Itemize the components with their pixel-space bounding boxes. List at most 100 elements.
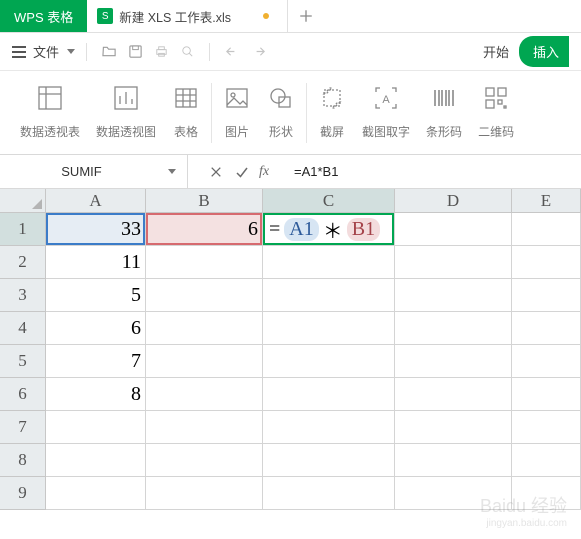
cell[interactable] [146, 345, 263, 378]
cell[interactable] [512, 246, 581, 279]
select-all-corner[interactable] [0, 189, 46, 213]
row-header[interactable]: 2 [0, 246, 46, 279]
confirm-formula-button[interactable] [232, 162, 252, 182]
document-tab[interactable]: S 新建 XLS 工作表.xls [87, 0, 288, 32]
ocr-button[interactable]: A 截图取字 [354, 79, 418, 140]
cell[interactable]: 7 [46, 345, 146, 378]
formula-token-a1: A1 [284, 218, 318, 241]
qrcode-button[interactable]: 二维码 [470, 79, 522, 140]
row-header[interactable]: 1 [0, 213, 46, 246]
spreadsheet-grid[interactable]: A B C D E 1 33 6 = A1 ＊ B1 2 11 [0, 189, 581, 510]
cell[interactable] [146, 279, 263, 312]
table-button[interactable]: 表格 [164, 79, 208, 140]
pivot-chart-button[interactable]: 数据透视图 [88, 79, 164, 140]
row-header[interactable]: 5 [0, 345, 46, 378]
svg-text:A: A [382, 94, 390, 106]
cell[interactable] [512, 477, 581, 510]
cell[interactable]: 5 [46, 279, 146, 312]
cell[interactable]: 8 [46, 378, 146, 411]
barcode-button[interactable]: 条形码 [418, 79, 470, 140]
row-header[interactable]: 8 [0, 444, 46, 477]
cell[interactable] [146, 477, 263, 510]
cell[interactable] [46, 444, 146, 477]
row-header[interactable]: 3 [0, 279, 46, 312]
cell[interactable] [395, 312, 512, 345]
cell[interactable] [395, 411, 512, 444]
cell[interactable] [263, 279, 395, 312]
document-title: 新建 XLS 工作表.xls [119, 7, 231, 26]
screenshot-button[interactable]: 截屏 [310, 79, 354, 140]
redo-button[interactable] [247, 41, 269, 63]
print-button[interactable] [150, 41, 172, 63]
cell[interactable] [512, 378, 581, 411]
cell[interactable] [512, 279, 581, 312]
row-header[interactable]: 4 [0, 312, 46, 345]
cell[interactable]: 11 [46, 246, 146, 279]
ribbon-label: 截屏 [320, 123, 344, 140]
cell[interactable] [146, 378, 263, 411]
cell[interactable] [263, 345, 395, 378]
cell[interactable] [395, 345, 512, 378]
table-row: 3 5 [0, 279, 581, 312]
cell-c1-editing[interactable]: = A1 ＊ B1 [263, 213, 395, 246]
cell[interactable] [263, 246, 395, 279]
cell[interactable] [395, 246, 512, 279]
print-preview-button[interactable] [176, 41, 198, 63]
pivot-chart-icon [112, 79, 140, 117]
cell-a1[interactable]: 33 [46, 213, 146, 246]
cell[interactable] [263, 378, 395, 411]
grid-body: 1 33 6 = A1 ＊ B1 2 11 3 5 [0, 213, 581, 510]
table-row: 7 [0, 411, 581, 444]
shapes-button[interactable]: 形状 [259, 79, 303, 140]
new-tab-button[interactable] [288, 0, 324, 32]
col-header-d[interactable]: D [395, 189, 512, 213]
cell[interactable] [395, 279, 512, 312]
save-button[interactable] [124, 41, 146, 63]
col-header-b[interactable]: B [146, 189, 263, 213]
cell-b1[interactable]: 6 [146, 213, 263, 246]
cell[interactable] [146, 411, 263, 444]
file-menu[interactable]: 文件 [33, 42, 59, 61]
menu-icon[interactable] [12, 46, 26, 58]
col-header-a[interactable]: A [46, 189, 146, 213]
cell[interactable] [146, 312, 263, 345]
picture-button[interactable]: 图片 [215, 79, 259, 140]
cell[interactable]: 6 [46, 312, 146, 345]
tab-start[interactable]: 开始 [477, 42, 515, 61]
cell[interactable] [512, 444, 581, 477]
row-header[interactable]: 7 [0, 411, 46, 444]
formula-input[interactable] [288, 155, 581, 188]
separator [86, 43, 87, 61]
cell[interactable] [146, 444, 263, 477]
cell[interactable] [395, 213, 512, 246]
col-header-c[interactable]: C [263, 189, 395, 213]
cell[interactable] [263, 411, 395, 444]
cell[interactable] [395, 477, 512, 510]
cell[interactable] [263, 312, 395, 345]
cell[interactable] [146, 246, 263, 279]
open-button[interactable] [98, 41, 120, 63]
cell[interactable] [395, 378, 512, 411]
cell[interactable] [512, 411, 581, 444]
undo-button[interactable] [221, 41, 243, 63]
name-box[interactable]: SUMIF [0, 155, 188, 188]
cell[interactable] [46, 477, 146, 510]
fx-icon[interactable]: fx [258, 162, 278, 182]
name-box-dropdown[interactable] [163, 169, 179, 174]
cell[interactable] [512, 345, 581, 378]
table-icon [172, 79, 200, 117]
pivot-table-button[interactable]: 数据透视表 [12, 79, 88, 140]
barcode-icon [430, 79, 458, 117]
col-header-e[interactable]: E [512, 189, 581, 213]
row-header[interactable]: 6 [0, 378, 46, 411]
cell[interactable] [263, 477, 395, 510]
cell[interactable] [395, 444, 512, 477]
cell[interactable] [512, 312, 581, 345]
cell[interactable] [263, 444, 395, 477]
tab-insert[interactable]: 插入 [519, 36, 569, 67]
row-header[interactable]: 9 [0, 477, 46, 510]
cell[interactable] [512, 213, 581, 246]
qrcode-icon [482, 79, 510, 117]
cell[interactable] [46, 411, 146, 444]
cancel-formula-button[interactable] [206, 162, 226, 182]
